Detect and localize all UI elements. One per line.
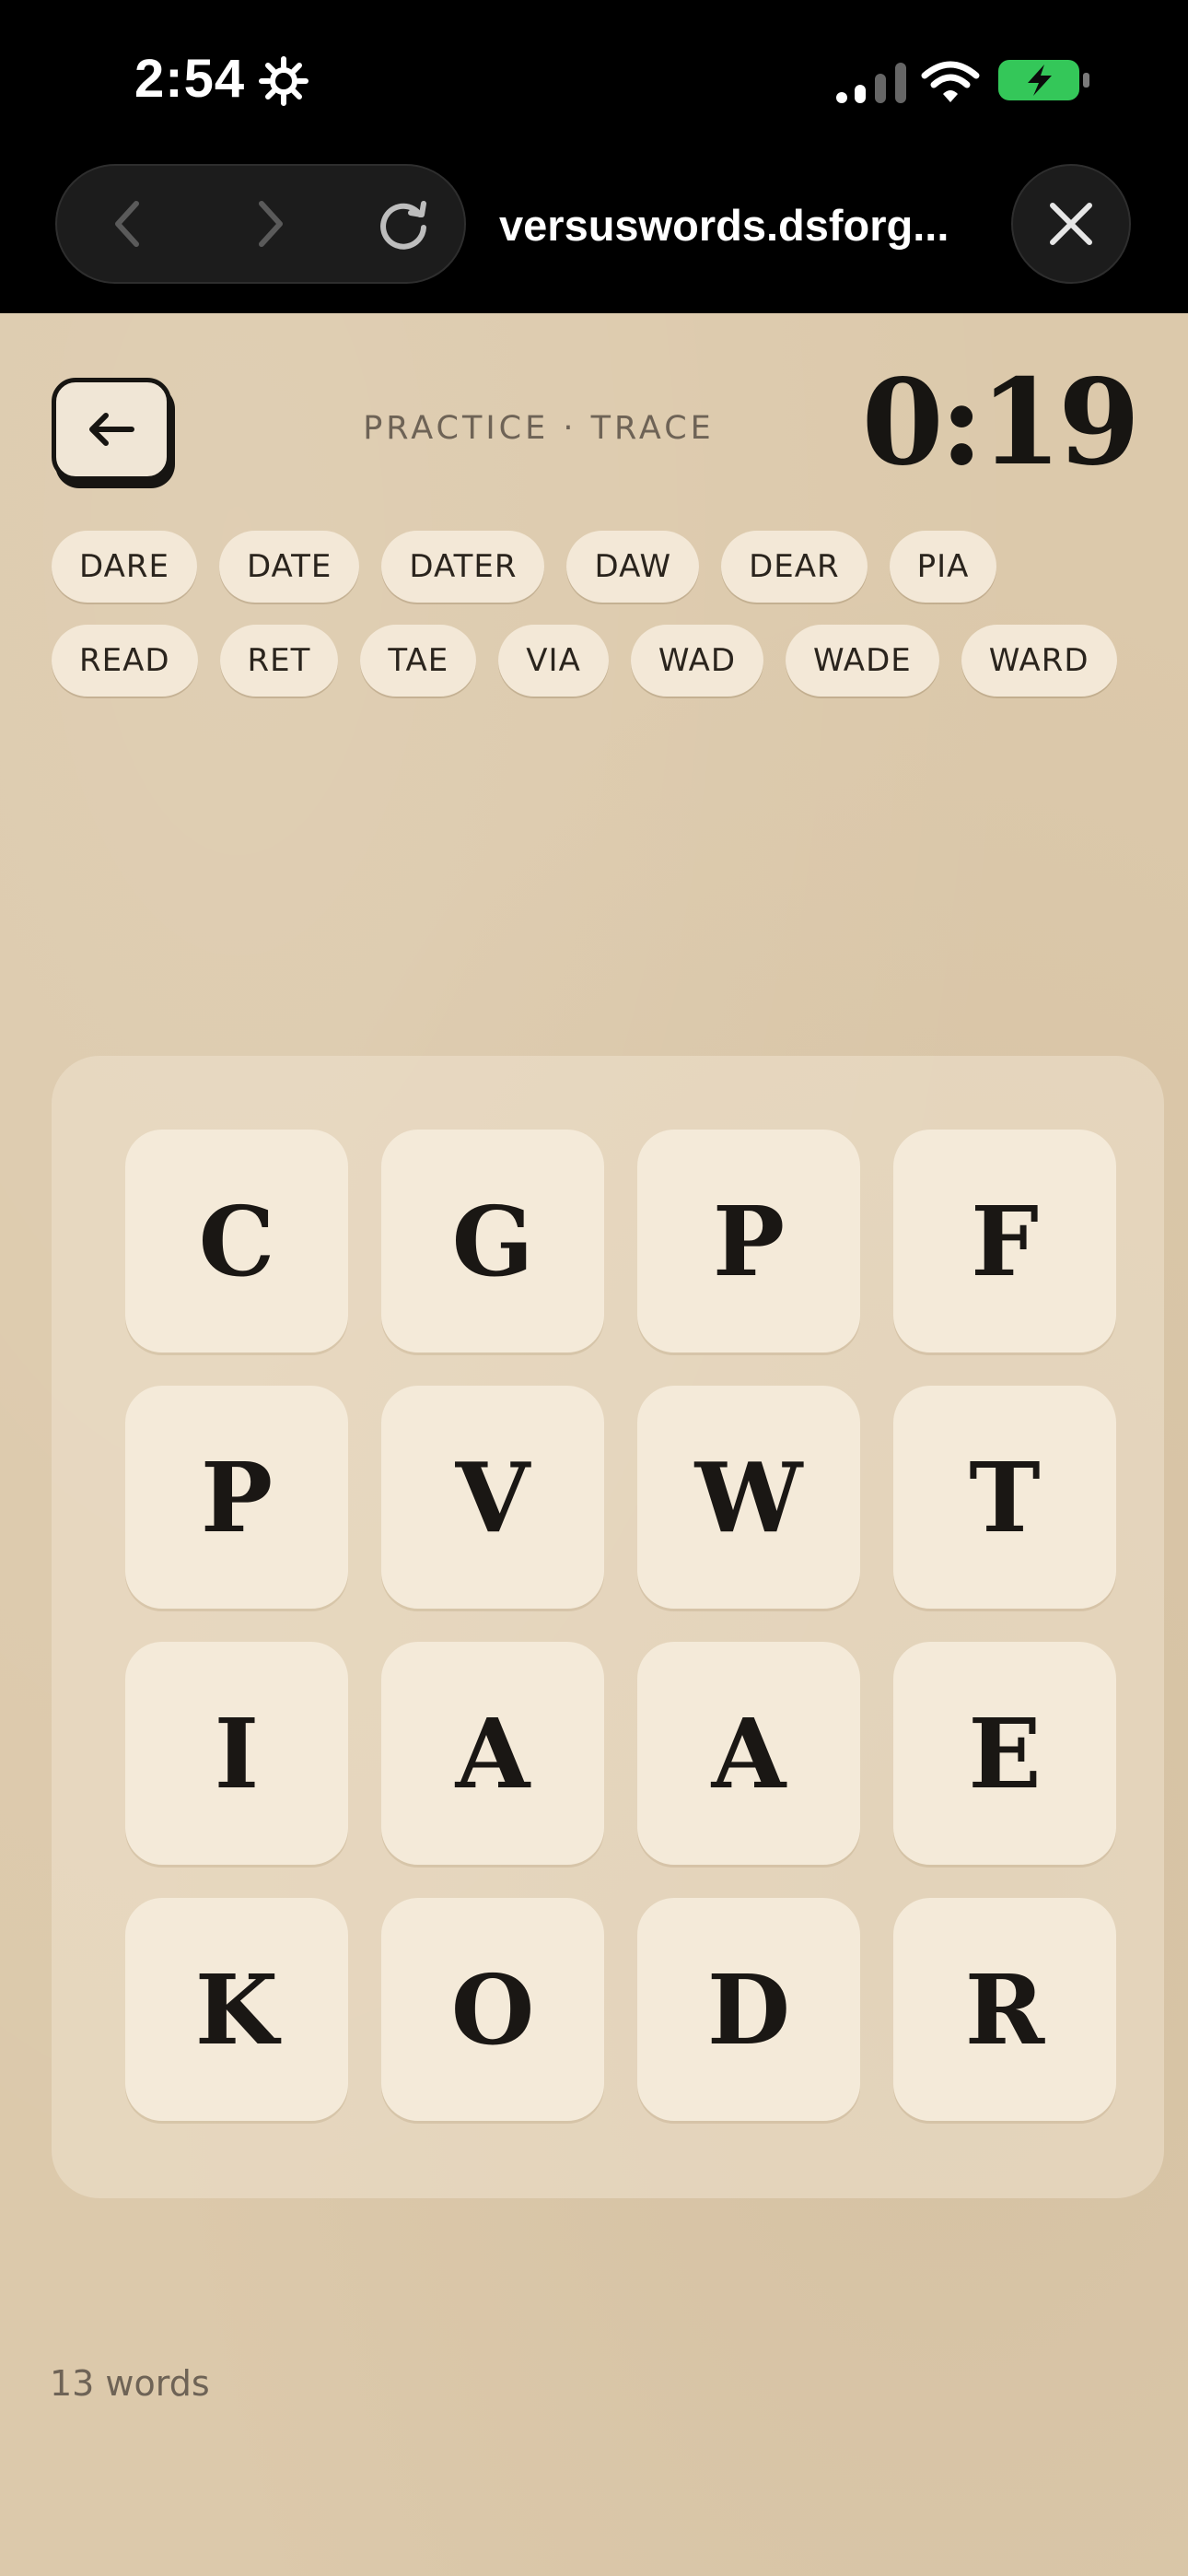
url-display[interactable]: versuswords.dsforg... — [499, 193, 996, 258]
game-page: PRACTICE · TRACE 0:19 DARE DATE DATER DAW DE… — [0, 313, 1188, 2576]
browser-reload-button[interactable] — [357, 166, 449, 282]
status-bar: 2:54 — [0, 0, 1188, 157]
back-chevron-icon — [115, 201, 139, 247]
navigation-controls — [55, 164, 466, 284]
word-chip: PIA — [889, 531, 997, 603]
word-chip: WARD — [961, 625, 1117, 697]
close-icon — [1050, 203, 1092, 245]
letter-tile[interactable]: P — [125, 1386, 348, 1609]
word-chip: DARE — [52, 531, 197, 603]
word-chip: WAD — [630, 625, 764, 697]
word-chip: DEAR — [721, 531, 868, 603]
wifi-icon — [921, 61, 980, 102]
browser-toolbar: versuswords.dsforg... — [0, 157, 1188, 313]
word-chip: READ — [52, 625, 198, 697]
word-count: 13 words — [50, 2363, 210, 2404]
word-chip: RET — [219, 625, 339, 697]
letter-tile[interactable]: A — [637, 1642, 860, 1865]
browser-forward-button[interactable] — [225, 166, 317, 282]
letter-tile[interactable]: W — [637, 1386, 860, 1609]
browser-back-button[interactable] — [81, 166, 173, 282]
letter-tile[interactable]: I — [125, 1642, 348, 1865]
word-chip: VIA — [498, 625, 609, 697]
letter-tile[interactable]: V — [381, 1386, 604, 1609]
word-chip: TAE — [360, 625, 477, 697]
word-chip: DATE — [218, 531, 360, 603]
letter-tile[interactable]: R — [893, 1898, 1116, 2121]
mode-title: PRACTICE · TRACE — [363, 410, 715, 447]
word-chip: DAW — [566, 531, 700, 603]
cellular-signal-icon — [836, 63, 906, 103]
letter-tile[interactable]: T — [893, 1386, 1116, 1609]
word-chip: WADE — [786, 625, 939, 697]
word-chip: DATER — [381, 531, 545, 603]
forward-chevron-icon — [259, 201, 283, 247]
letter-tile[interactable]: D — [637, 1898, 860, 2121]
status-time: 2:54 — [134, 49, 246, 109]
game-timer: 0:19 — [861, 354, 1140, 492]
letter-tile[interactable]: C — [125, 1130, 348, 1352]
letter-tile[interactable]: E — [893, 1642, 1116, 1865]
letter-tile[interactable]: P — [637, 1130, 860, 1352]
letter-tile[interactable]: G — [381, 1130, 604, 1352]
letter-tile[interactable]: O — [381, 1898, 604, 2121]
letter-tile[interactable]: K — [125, 1898, 348, 2121]
arrow-left-icon — [89, 413, 134, 446]
letter-tile[interactable]: F — [893, 1130, 1116, 1352]
close-browser-button[interactable] — [1011, 164, 1131, 284]
reload-icon — [380, 201, 426, 250]
letter-tile[interactable]: A — [381, 1642, 604, 1865]
gear-icon — [259, 56, 309, 106]
letter-board: CGPFPVWTIAAEKODR — [52, 1056, 1164, 2198]
back-button[interactable] — [52, 378, 171, 481]
battery-charging-icon — [998, 60, 1089, 100]
found-words-list: DARE DATE DATER DAW DEAR PIA READ RET TAE VIA WAD W… — [52, 531, 1138, 697]
